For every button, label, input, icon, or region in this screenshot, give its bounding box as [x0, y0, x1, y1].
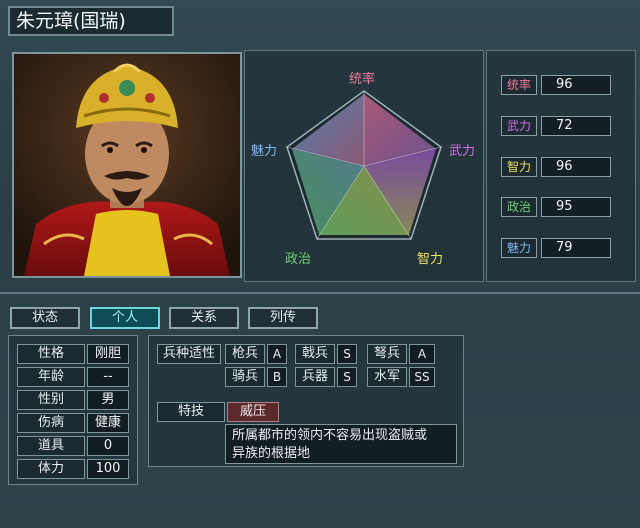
unit-crossbow-grade: A	[409, 344, 435, 364]
stat-label-charm: 魅力	[501, 238, 537, 258]
tab-relations[interactable]: 关系	[169, 307, 239, 329]
unit-siege-grade: S	[337, 367, 357, 387]
unit-navy-grade: SS	[409, 367, 435, 387]
personal-value-personality: 刚胆	[87, 344, 129, 364]
unit-crossbow-label: 弩兵	[367, 344, 407, 364]
radar-label-war: 武力	[449, 144, 475, 159]
unit-cavalry-grade: B	[267, 367, 287, 387]
unit-siege-label: 兵器	[295, 367, 335, 387]
stat-value-politics: 95	[541, 197, 611, 217]
unit-halberd-grade: S	[337, 344, 357, 364]
personal-value-stamina: 100	[87, 459, 129, 479]
stat-value-charm: 79	[541, 238, 611, 258]
radar-label-intelligence: 智力	[417, 252, 443, 267]
officer-portrait	[12, 52, 242, 278]
ability-radar-panel: 统率 武力 智力 政治 魅力	[244, 50, 484, 282]
tab-biography[interactable]: 列传	[248, 307, 318, 329]
aptitude-skill-panel: 兵种适性 枪兵 A 戟兵 S 弩兵 A 骑兵 B 兵器 S 水军 SS 特技 威…	[148, 335, 464, 467]
officer-name-title: 朱元璋(国瑞)	[8, 6, 174, 36]
skill-title: 特技	[157, 402, 225, 422]
stat-value-intelligence: 96	[541, 157, 611, 177]
skill-name-badge[interactable]: 威压	[227, 402, 279, 422]
portrait-image	[14, 54, 240, 276]
section-divider	[0, 292, 640, 294]
personal-label-personality: 性格	[17, 344, 85, 364]
unit-halberd-label: 戟兵	[295, 344, 335, 364]
personal-info-panel: 性格 刚胆 年龄 -- 性别 男 伤病 健康 道具 0 体力 100	[8, 335, 138, 485]
radar-label-charm: 魅力	[251, 144, 277, 159]
unit-cavalry-label: 骑兵	[225, 367, 265, 387]
personal-label-stamina: 体力	[17, 459, 85, 479]
stat-label-politics: 政治	[501, 197, 537, 217]
ability-radar-chart: 统率 武力 智力 政治 魅力	[251, 71, 475, 267]
personal-label-gender: 性别	[17, 390, 85, 410]
tab-personal[interactable]: 个人	[90, 307, 160, 329]
stat-label-intelligence: 智力	[501, 157, 537, 177]
stat-label-war: 武力	[501, 116, 537, 136]
personal-value-age: --	[87, 367, 129, 387]
unit-spear-grade: A	[267, 344, 287, 364]
personal-value-items: 0	[87, 436, 129, 456]
unit-navy-label: 水军	[367, 367, 407, 387]
personal-label-items: 道具	[17, 436, 85, 456]
tab-status[interactable]: 状态	[10, 307, 80, 329]
personal-label-age: 年龄	[17, 367, 85, 387]
ability-stats-panel: 统率 96 武力 72 智力 96 政治 95 魅力 79	[486, 50, 636, 282]
skill-description-line-2: 异族的根据地	[232, 446, 311, 461]
personal-value-injury: 健康	[87, 413, 129, 433]
stat-value-war: 72	[541, 116, 611, 136]
troop-aptitude-title: 兵种适性	[157, 344, 221, 364]
personal-label-injury: 伤病	[17, 413, 85, 433]
radar-label-leadership: 统率	[349, 71, 375, 87]
radar-label-politics: 政治	[285, 252, 311, 267]
personal-value-gender: 男	[87, 390, 129, 410]
skill-description-box: 所属都市的领内不容易出现盗贼或 异族的根据地	[225, 424, 457, 464]
stat-label-leadership: 统率	[501, 75, 537, 95]
unit-spear-label: 枪兵	[225, 344, 265, 364]
stat-value-leadership: 96	[541, 75, 611, 95]
skill-description-line-1: 所属都市的领内不容易出现盗贼或	[232, 428, 428, 443]
